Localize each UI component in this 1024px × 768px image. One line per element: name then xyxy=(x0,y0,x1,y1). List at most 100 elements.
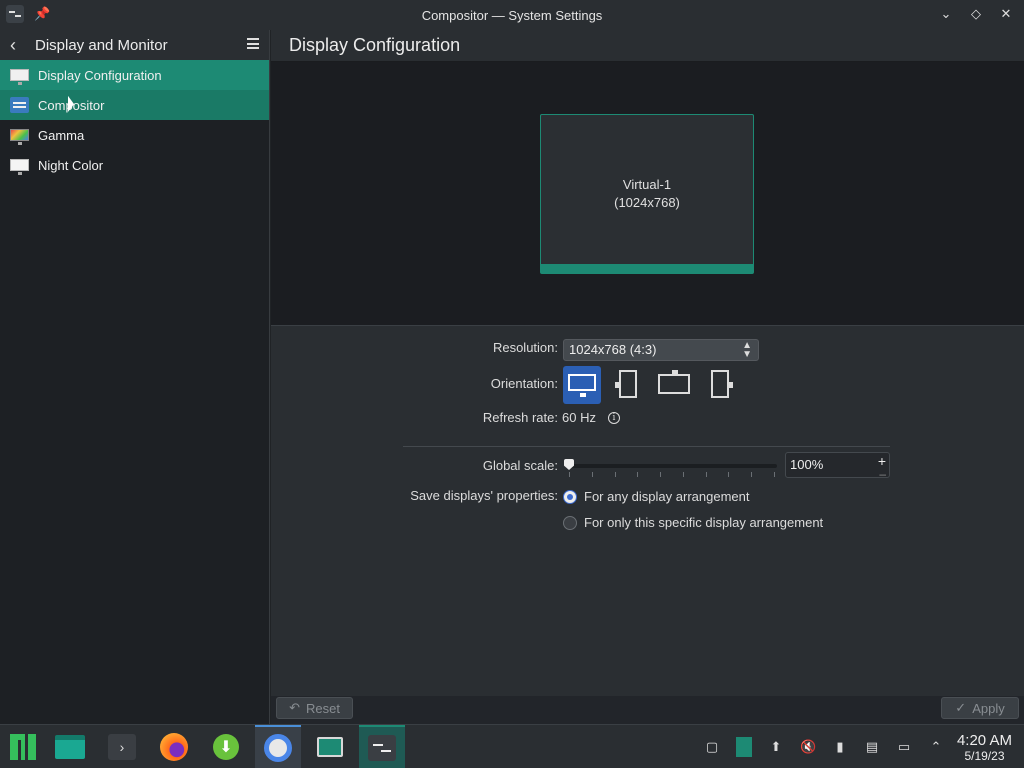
download-icon: ⬇ xyxy=(213,734,239,760)
show-desktop-icon[interactable]: ▢ xyxy=(704,739,720,755)
slider-ticks xyxy=(569,472,775,478)
monitor-rotate-left-icon xyxy=(615,370,637,398)
night-color-icon xyxy=(10,159,29,175)
system-tray: ▢ ⬆ 🔇 ▮ ▤ ▭ ⌃ xyxy=(704,725,944,768)
divider xyxy=(403,446,890,447)
sidebar-item-display-configuration[interactable]: Display Configuration xyxy=(0,60,269,90)
chromium-icon xyxy=(264,734,292,762)
title-bar: 📌 Compositor — System Settings ⌄ ◇ ✕ xyxy=(0,0,1024,30)
cassette-icon xyxy=(317,737,343,757)
sidebar-header: ‹ Display and Monitor xyxy=(0,30,269,60)
info-icon[interactable]: i xyxy=(607,411,620,424)
sidebar-item-label: Night Color xyxy=(38,157,104,173)
global-scale-value: 100% xyxy=(790,457,824,472)
page-title: Display Configuration xyxy=(289,35,461,55)
orientation-normal-button[interactable] xyxy=(563,366,601,404)
apply-button[interactable]: ✓ Apply xyxy=(941,697,1019,719)
orientation-right-button[interactable] xyxy=(701,366,739,404)
mouse-cursor-icon xyxy=(68,95,74,115)
firefox-icon xyxy=(160,733,188,761)
radio-any-arrangement[interactable]: For any display arrangement xyxy=(563,489,749,504)
refresh-rate-value: 60 Hz xyxy=(562,410,596,425)
maximize-icon[interactable]: ◇ xyxy=(968,6,984,22)
checkmark-icon: ✓ xyxy=(955,700,967,715)
reset-button-label: Reset xyxy=(305,700,340,716)
volume-muted-icon[interactable]: 🔇 xyxy=(800,739,816,755)
taskbar-terminal[interactable]: › xyxy=(99,725,145,768)
decrement-icon[interactable]: – xyxy=(879,462,886,486)
sidebar: ‹ Display and Monitor Display Configurat… xyxy=(0,30,270,724)
reset-button[interactable]: ↶ Reset xyxy=(276,697,353,719)
undo-icon: ↶ xyxy=(289,700,300,715)
updown-arrows-icon: ▲ ▼ xyxy=(742,340,752,360)
orientation-label: Orientation: xyxy=(490,376,558,391)
display-primary-bar xyxy=(541,264,753,273)
compositor-icon xyxy=(10,97,29,113)
global-scale-spinbox[interactable]: 100% + – xyxy=(785,452,890,481)
gamma-icon xyxy=(10,129,29,145)
digital-clock[interactable]: 4:20 AM 5/19/23 xyxy=(957,732,1012,763)
system-settings-icon[interactable] xyxy=(6,5,24,23)
clock-time: 4:20 AM xyxy=(956,732,1012,749)
radio-button-unchecked[interactable] xyxy=(563,515,577,530)
resolution-value: 1024x768 (4:3) xyxy=(569,342,657,357)
monitor-normal-icon xyxy=(568,374,596,397)
global-scale-label: Global scale: xyxy=(482,458,558,473)
apply-button-label: Apply xyxy=(972,700,1005,716)
taskbar-system-settings[interactable] xyxy=(359,725,405,768)
monitor-icon xyxy=(10,69,29,85)
monitor-rotate-right-icon xyxy=(711,370,733,398)
global-scale-slider-handle[interactable] xyxy=(564,459,574,470)
orientation-buttons xyxy=(563,366,739,404)
clipboard-icon[interactable]: ▤ xyxy=(864,739,880,755)
radio-specific-arrangement[interactable]: For only this specific display arrangeme… xyxy=(563,515,823,530)
main-header: Display Configuration xyxy=(271,30,1024,62)
folder-icon xyxy=(55,735,85,759)
minimize-icon[interactable]: ⌄ xyxy=(938,6,954,22)
pager-icon[interactable] xyxy=(736,737,752,757)
refresh-rate-label: Refresh rate: xyxy=(482,410,558,425)
display-arrangement-area: Virtual-1 (1024x768) xyxy=(271,62,1024,326)
sidebar-title: Display and Monitor xyxy=(35,36,168,54)
taskbar-file-manager[interactable] xyxy=(47,725,93,768)
sidebar-item-gamma[interactable]: Gamma xyxy=(0,120,269,150)
back-arrow-icon[interactable]: ‹ xyxy=(10,35,28,56)
display-name: Virtual-1 xyxy=(622,177,672,192)
taskbar-firefox[interactable] xyxy=(151,725,197,768)
radio-specific-arrangement-label: For only this specific display arrangeme… xyxy=(584,515,824,530)
window-title: Compositor — System Settings xyxy=(421,7,603,23)
resolution-label: Resolution: xyxy=(492,340,558,355)
hamburger-menu-icon[interactable] xyxy=(247,38,259,49)
orientation-inverted-button[interactable] xyxy=(655,366,693,404)
network-icon[interactable]: ▭ xyxy=(896,739,912,755)
application-launcher[interactable] xyxy=(0,725,46,768)
sidebar-item-label: Gamma xyxy=(38,127,85,143)
save-properties-label: Save displays' properties: xyxy=(410,488,558,503)
chevron-up-icon[interactable]: ⌃ xyxy=(928,739,944,755)
taskbar: › ⬇ ▢ ⬆ 🔇 ▮ ▤ ▭ ⌃ 4:20 AM 5/19/23 xyxy=(0,724,1024,768)
sidebar-item-night-color[interactable]: Night Color xyxy=(0,150,269,180)
main-panel: Display Configuration Virtual-1 (1024x76… xyxy=(271,30,1024,724)
system-settings-icon xyxy=(368,735,396,761)
manjaro-logo-icon xyxy=(10,734,36,760)
sidebar-item-compositor[interactable]: Compositor xyxy=(0,90,269,120)
updates-icon[interactable]: ⬆ xyxy=(768,739,784,755)
resolution-select[interactable]: 1024x768 (4:3) ▲ ▼ xyxy=(563,339,759,361)
radio-any-arrangement-label: For any display arrangement xyxy=(584,489,750,504)
terminal-icon: › xyxy=(108,734,136,760)
global-scale-slider-track[interactable] xyxy=(568,464,777,468)
sidebar-item-label: Display Configuration xyxy=(38,67,162,83)
usb-device-icon[interactable]: ▮ xyxy=(832,739,848,755)
clock-date: 5/19/23 xyxy=(964,749,1005,763)
pin-icon[interactable]: 📌 xyxy=(34,6,50,22)
display-output-virtual-1[interactable]: Virtual-1 (1024x768) xyxy=(540,114,754,274)
taskbar-media-player[interactable] xyxy=(307,725,353,768)
taskbar-chromium[interactable] xyxy=(255,725,301,768)
close-icon[interactable]: ✕ xyxy=(998,6,1014,22)
display-resolution: (1024x768) xyxy=(614,195,680,210)
radio-button-checked[interactable] xyxy=(563,489,577,504)
monitor-inverted-icon xyxy=(658,370,690,394)
taskbar-downloader[interactable]: ⬇ xyxy=(203,725,249,768)
orientation-left-button[interactable] xyxy=(609,366,647,404)
footer-bar: ↶ Reset ✓ Apply xyxy=(271,696,1024,724)
